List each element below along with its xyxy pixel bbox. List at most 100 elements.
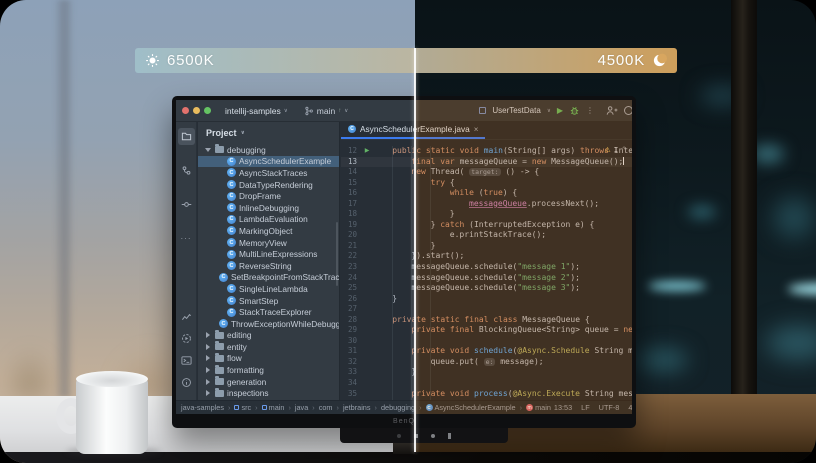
breadcrumb-item[interactable]: java-samples <box>181 403 224 412</box>
warning-count: 1 <box>614 146 618 154</box>
status-bar: java-samples›src›main›java›com›jetbrains… <box>176 400 632 414</box>
code-line-22[interactable]: 22}).start(); <box>341 251 632 262</box>
terminal-tool-button[interactable] <box>178 352 195 369</box>
tree-item[interactable]: CAsyncSchedulerExample <box>198 156 339 168</box>
tree-item[interactable]: editing <box>198 330 339 342</box>
breadcrumb-item[interactable]: jetbrains <box>343 403 371 412</box>
code-line-27[interactable]: 27 <box>341 304 632 315</box>
code-area[interactable]: 12▶public static void main(String[] args… <box>341 140 632 400</box>
tree-item[interactable]: CMarkingObject <box>198 225 339 237</box>
line-number: 14 <box>341 167 361 178</box>
code-line-31[interactable]: 31private void schedule(@Async.Schedule … <box>341 346 632 357</box>
tree-item[interactable]: inspections <box>198 387 339 399</box>
breadcrumb-label: main <box>269 403 285 412</box>
tree-item[interactable]: CInlineDebugging <box>198 202 339 214</box>
chevron-collapsed-icon[interactable] <box>204 367 212 373</box>
chevron-collapsed-icon[interactable] <box>204 332 212 338</box>
tree-item-label: InlineDebugging <box>239 203 299 213</box>
tree-item[interactable]: CDropFrame <box>198 190 339 202</box>
breadcrumb-item[interactable]: mmain <box>526 403 551 412</box>
code-line-32[interactable]: 32queue.put( e: message); <box>341 357 632 368</box>
project-widget[interactable]: intellij-samples ∨ <box>225 106 288 116</box>
breadcrumb-item[interactable]: CAsyncSchedulerExample <box>426 403 516 412</box>
notifications-tool-button[interactable] <box>178 374 195 391</box>
breadcrumb-item[interactable]: java <box>295 403 308 412</box>
code-line-13[interactable]: 13final var messageQueue = new MessageQu… <box>341 157 632 168</box>
branch-widget[interactable]: main ↑ ∨ <box>304 106 348 116</box>
code-line-20[interactable]: 20e.printStackTrace(); <box>341 230 632 241</box>
folder-icon <box>215 355 224 362</box>
close-icon[interactable]: × <box>474 125 479 134</box>
more-vertical-icon[interactable]: ⋮ <box>586 106 594 115</box>
tree-item[interactable]: flow <box>198 353 339 365</box>
profiler-tool-button[interactable] <box>178 308 195 325</box>
debug-icon[interactable] <box>569 105 580 116</box>
project-tool-button[interactable] <box>178 128 195 145</box>
maximize-window-button[interactable] <box>204 107 211 114</box>
tree-item[interactable]: debugging <box>198 144 339 156</box>
tree-item[interactable]: CMemoryView <box>198 237 339 249</box>
tree-item[interactable]: CSingleLineLambda <box>198 283 339 295</box>
tree-item[interactable]: entity <box>198 341 339 353</box>
vcs-tool-button[interactable] <box>178 162 195 179</box>
code-line-18[interactable]: 18} <box>341 209 632 220</box>
tree-item[interactable]: CReverseString <box>198 260 339 272</box>
code-line-25[interactable]: 25messageQueue.schedule("message 3"); <box>341 283 632 294</box>
code-line-17[interactable]: 17messageQueue.processNext(); <box>341 199 632 210</box>
tree-item[interactable]: CThrowExceptionWhileDebugging <box>198 318 339 330</box>
breadcrumb-item[interactable]: src <box>234 403 251 412</box>
status-item[interactable]: 13:53 <box>554 403 572 412</box>
code-line-16[interactable]: 16while (true) { <box>341 188 632 199</box>
minimize-window-button[interactable] <box>193 107 200 114</box>
gutter <box>361 367 373 378</box>
more-tools-button[interactable]: ··· <box>178 230 195 247</box>
tree-item[interactable]: CStackTraceExplorer <box>198 306 339 318</box>
status-item[interactable]: LF <box>581 403 590 412</box>
inspections-widget[interactable]: ⚠ 1 ^ <box>604 146 627 154</box>
code-line-23[interactable]: 23messageQueue.schedule("message 1"); <box>341 262 632 273</box>
close-window-button[interactable] <box>182 107 189 114</box>
code-line-33[interactable]: 33} <box>341 367 632 378</box>
tree-item[interactable]: CSetBreakpointFromStackTrace <box>198 272 339 284</box>
code-line-28[interactable]: 28private static final class MessageQueu… <box>341 315 632 326</box>
chevron-collapsed-icon[interactable] <box>204 344 212 350</box>
chevron-collapsed-icon[interactable] <box>204 390 212 396</box>
tree-item[interactable]: CLambdaEvaluation <box>198 214 339 226</box>
code-line-19[interactable]: 19} catch (InterruptedException e) { <box>341 220 632 231</box>
commit-tool-button[interactable] <box>178 196 195 213</box>
code-line-30[interactable]: 30 <box>341 336 632 347</box>
code-line-35[interactable]: 35private void process(@Async.Execute St… <box>341 389 632 400</box>
tree-item[interactable]: CDataTypeRendering <box>198 179 339 191</box>
code-line-21[interactable]: 21} <box>341 241 632 252</box>
breadcrumb-item[interactable]: com <box>319 403 333 412</box>
code-line-15[interactable]: 15try { <box>341 178 632 189</box>
add-user-icon[interactable] <box>606 105 618 116</box>
chevron-collapsed-icon[interactable] <box>204 355 212 361</box>
tree-item[interactable]: formatting <box>198 364 339 376</box>
breadcrumb-item[interactable]: main <box>262 403 285 412</box>
project-scrollbar[interactable] <box>336 222 338 286</box>
chevron-expanded-icon[interactable] <box>204 148 212 152</box>
gutter <box>361 199 373 210</box>
tree-item-label: DataTypeRendering <box>239 180 313 190</box>
code-line-12[interactable]: 12▶public static void main(String[] args… <box>341 146 632 157</box>
services-tool-button[interactable] <box>178 330 195 347</box>
run-button[interactable]: ▶ <box>557 106 563 115</box>
breadcrumb-item[interactable]: debugging <box>381 403 415 412</box>
tree-item[interactable]: generation <box>198 376 339 388</box>
tree-item[interactable]: CAsyncStackTraces <box>198 167 339 179</box>
chevron-collapsed-icon[interactable] <box>204 379 212 385</box>
code-line-14[interactable]: 14new Thread( target: () -> { <box>341 167 632 178</box>
tree-item[interactable]: CSmartStep <box>198 295 339 307</box>
project-panel-header[interactable]: Project ∨ <box>198 122 339 144</box>
status-item[interactable]: 4 spac <box>628 403 632 412</box>
code-text: private final BlockingQueue<String> queu… <box>411 325 632 336</box>
status-item[interactable]: UTF-8 <box>599 403 620 412</box>
tree-item[interactable]: CMultiLineExpressions <box>198 248 339 260</box>
run-config-name[interactable]: UserTestData <box>492 106 540 115</box>
run-line-icon[interactable]: ▶ <box>361 146 373 157</box>
code-line-34[interactable]: 34 <box>341 378 632 389</box>
code-line-26[interactable]: 26} <box>341 294 632 305</box>
code-line-29[interactable]: 29private final BlockingQueue<String> qu… <box>341 325 632 336</box>
code-line-24[interactable]: 24messageQueue.schedule("message 2"); <box>341 273 632 284</box>
